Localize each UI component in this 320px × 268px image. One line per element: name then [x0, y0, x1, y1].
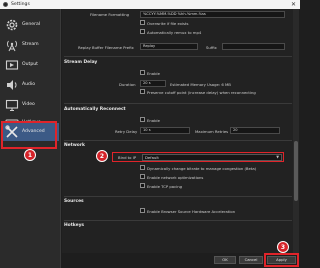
section-divider [64, 56, 292, 57]
sidebar-item-stream[interactable]: Stream [2, 35, 59, 55]
dynamic-bitrate-label: Dynamically change bitrate to manage con… [147, 165, 257, 171]
gear-icon [6, 19, 18, 31]
step-badge-2: 2 [96, 150, 108, 162]
suffix-input[interactable] [222, 43, 285, 50]
sidebar-item-general[interactable]: General [2, 15, 59, 35]
suffix-label: Suffix [206, 44, 217, 50]
dynamic-bitrate-checkbox[interactable] [140, 165, 145, 170]
replay-prefix-label: Replay Buffer Filename Prefix [78, 44, 134, 50]
filename-formatting-label: Filename Formatting [90, 12, 130, 17]
sidebar-item-label: Output [22, 61, 38, 67]
replay-prefix-input[interactable]: Replay [140, 43, 198, 50]
auto-reconnect-enable-label: Enable [147, 117, 160, 123]
tcp-pacing-checkbox[interactable] [140, 183, 145, 188]
sidebar-item-label: Audio [22, 81, 36, 87]
stream-delay-enable-checkbox[interactable] [140, 70, 145, 75]
obs-app-icon [3, 2, 8, 7]
title-bar: Settings ✕ [0, 0, 300, 9]
auto-reconnect-heading: Automatically Reconnect [64, 107, 126, 112]
section-divider [64, 220, 292, 221]
vertical-scrollbar[interactable] [293, 9, 299, 253]
hotkeys-heading: Hotkeys [64, 223, 85, 228]
network-optimizations-label: Enable network optimizations [147, 174, 204, 180]
sidebar-item-label: General [22, 21, 41, 27]
section-divider [64, 103, 292, 104]
filename-formatting-input[interactable]: %CCYY-%MM-%DD %hh-%mm-%ss [140, 11, 285, 18]
preserve-cutoff-label: Preserve cutoff point (increase delay) w… [147, 89, 256, 95]
tcp-pacing-label: Enable TCP pacing [147, 183, 183, 189]
monitor-icon [5, 99, 19, 112]
sidebar-item-label: Video [22, 101, 35, 107]
retry-delay-label: Retry Delay [115, 128, 138, 134]
duration-label: Duration [119, 81, 136, 87]
overwrite-label: Overwrite if file exists [147, 20, 189, 26]
auto-reconnect-enable-checkbox[interactable] [140, 117, 145, 122]
retry-delay-input[interactable]: 10 s [140, 127, 190, 134]
bind-ip-value: Default [145, 154, 159, 160]
highlight-advanced [1, 121, 57, 149]
sidebar-item-audio[interactable]: Audio [2, 75, 59, 95]
overwrite-checkbox[interactable] [140, 20, 145, 25]
sidebar-item-video[interactable]: Video [2, 95, 59, 115]
scrollbar-thumb[interactable] [294, 141, 298, 201]
bind-ip-select[interactable]: Default ▼ [142, 153, 282, 161]
ok-button[interactable]: OK [214, 256, 236, 264]
broadcast-icon [7, 40, 17, 52]
memory-usage-text: Estimated Memory Usage: 6 MB [170, 81, 231, 87]
speaker-icon [7, 80, 17, 90]
bind-ip-label: Bind to IP [118, 155, 137, 160]
max-retries-input[interactable]: 20 [230, 127, 280, 134]
duration-input[interactable]: 20 s [140, 80, 166, 87]
sidebar-item-label: Stream [22, 41, 39, 47]
section-divider [64, 140, 292, 141]
preserve-cutoff-checkbox[interactable] [140, 89, 145, 94]
highlight-apply [264, 253, 299, 267]
section-divider [64, 196, 292, 197]
network-heading: Network [64, 143, 85, 148]
window-title: Settings [11, 1, 30, 7]
cancel-button[interactable]: Cancel [239, 256, 263, 264]
sources-heading: Sources [64, 199, 84, 204]
remux-label: Automatically remux to mp4 [147, 29, 202, 35]
step-badge-3: 3 [277, 241, 289, 253]
sidebar-item-output[interactable]: Output [2, 55, 59, 75]
close-icon[interactable]: ✕ [291, 1, 296, 8]
output-icon [5, 60, 19, 70]
stream-delay-heading: Stream Delay [64, 60, 98, 65]
step-badge-1: 1 [24, 149, 36, 161]
network-optimizations-checkbox[interactable] [140, 174, 145, 179]
browser-hw-accel-label: Enable Browser Source Hardware Accelerat… [147, 208, 236, 214]
stream-delay-enable-label: Enable [147, 70, 160, 76]
max-retries-label: Maximum Retries [195, 128, 229, 134]
remux-checkbox[interactable] [140, 29, 145, 34]
browser-hw-accel-checkbox[interactable] [140, 208, 145, 213]
chevron-down-icon: ▼ [276, 154, 279, 159]
